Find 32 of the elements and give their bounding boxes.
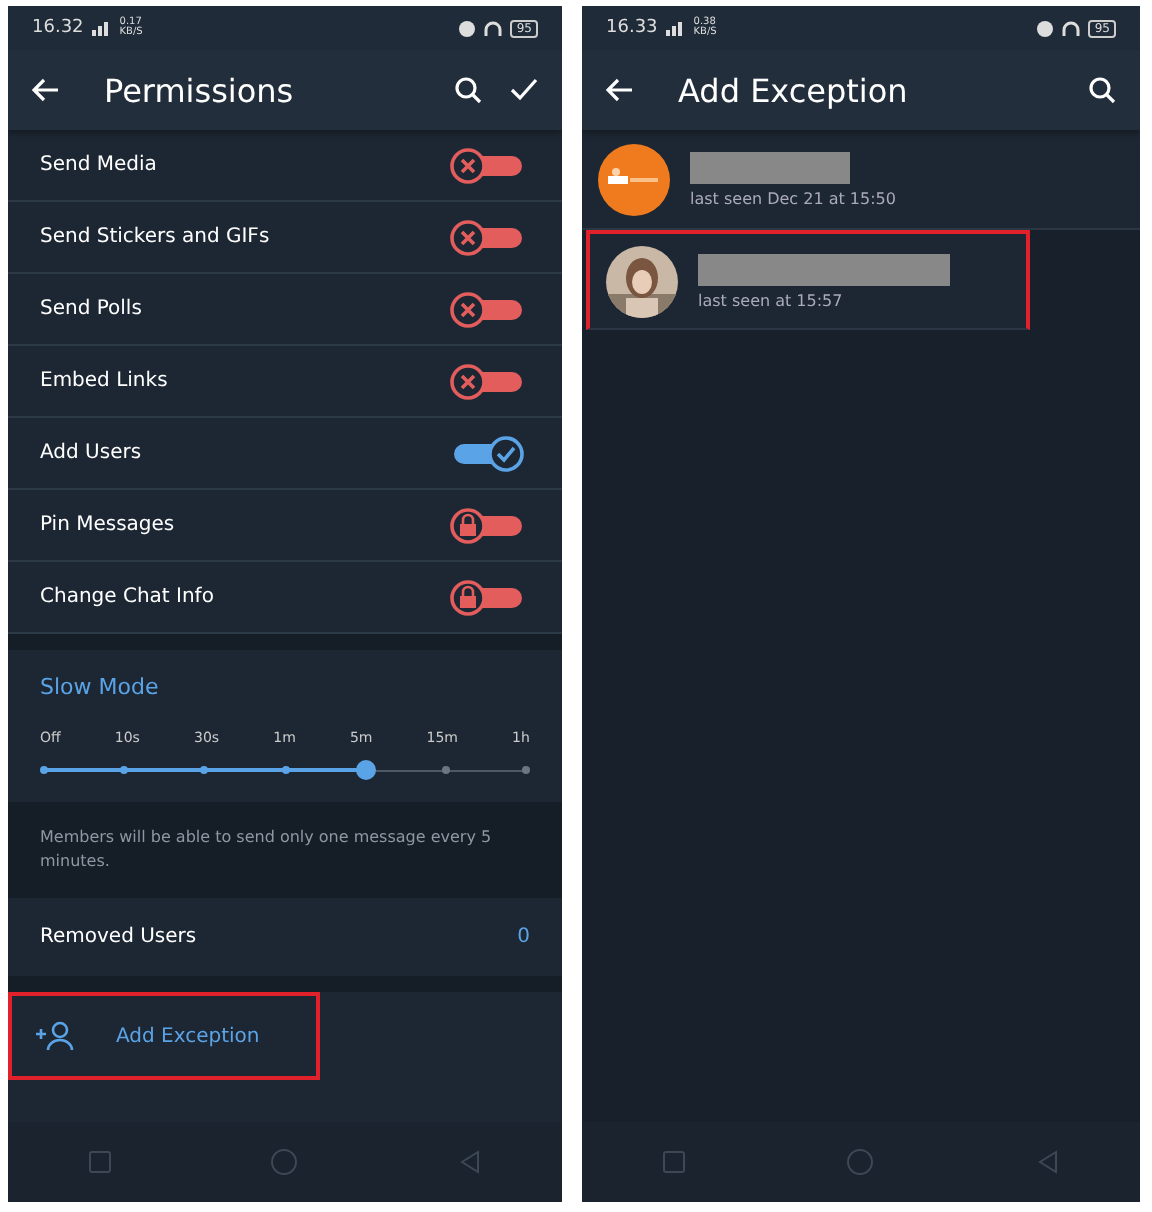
search-icon[interactable] <box>454 76 482 104</box>
add-exception-button[interactable]: Add Exception <box>8 992 320 1080</box>
section-title: Slow Mode <box>40 674 161 700</box>
search-icon[interactable] <box>1088 76 1116 104</box>
slider-thumb[interactable] <box>355 760 376 780</box>
slow-mode-slider[interactable] <box>40 758 530 782</box>
permission-label: Embed Links <box>40 370 170 392</box>
removed-users-count: 0 <box>517 926 530 948</box>
screen-title: Add Exception <box>678 71 910 109</box>
signal-icon <box>665 20 686 36</box>
removed-users-label[interactable]: Removed Users <box>40 926 518 948</box>
last-seen-status: last seen Dec 21 at 15:50 <box>690 189 896 207</box>
headphones-icon <box>484 19 503 37</box>
add-user-icon <box>36 1020 76 1052</box>
back-arrow-icon[interactable] <box>32 78 60 102</box>
headphones-icon <box>1062 19 1081 37</box>
permission-label: Send Stickers and GIFs <box>40 226 272 248</box>
contact-row[interactable]: last seen at 15:57 <box>586 230 1030 330</box>
status-time: 16.32 <box>32 18 84 38</box>
permission-label: Change Chat Info <box>40 586 216 608</box>
permission-label: Pin Messages <box>40 514 177 536</box>
status-time: 16.33 <box>606 18 658 38</box>
hint-text: Members will be able to send only one message every 5 minutes. <box>8 802 562 898</box>
permission-label: Add Users <box>40 442 144 464</box>
back-arrow-icon[interactable] <box>606 78 634 102</box>
checkmark-icon[interactable] <box>510 78 538 102</box>
last-seen-status: last seen at 15:57 <box>698 291 845 309</box>
screen-title: Permissions <box>104 71 296 109</box>
signal-icon <box>91 20 112 36</box>
permission-label: Send Media <box>40 154 159 176</box>
permission-label: Send Polls <box>40 298 144 320</box>
contact-row[interactable]: last seen Dec 21 at 15:50 <box>582 130 1140 230</box>
